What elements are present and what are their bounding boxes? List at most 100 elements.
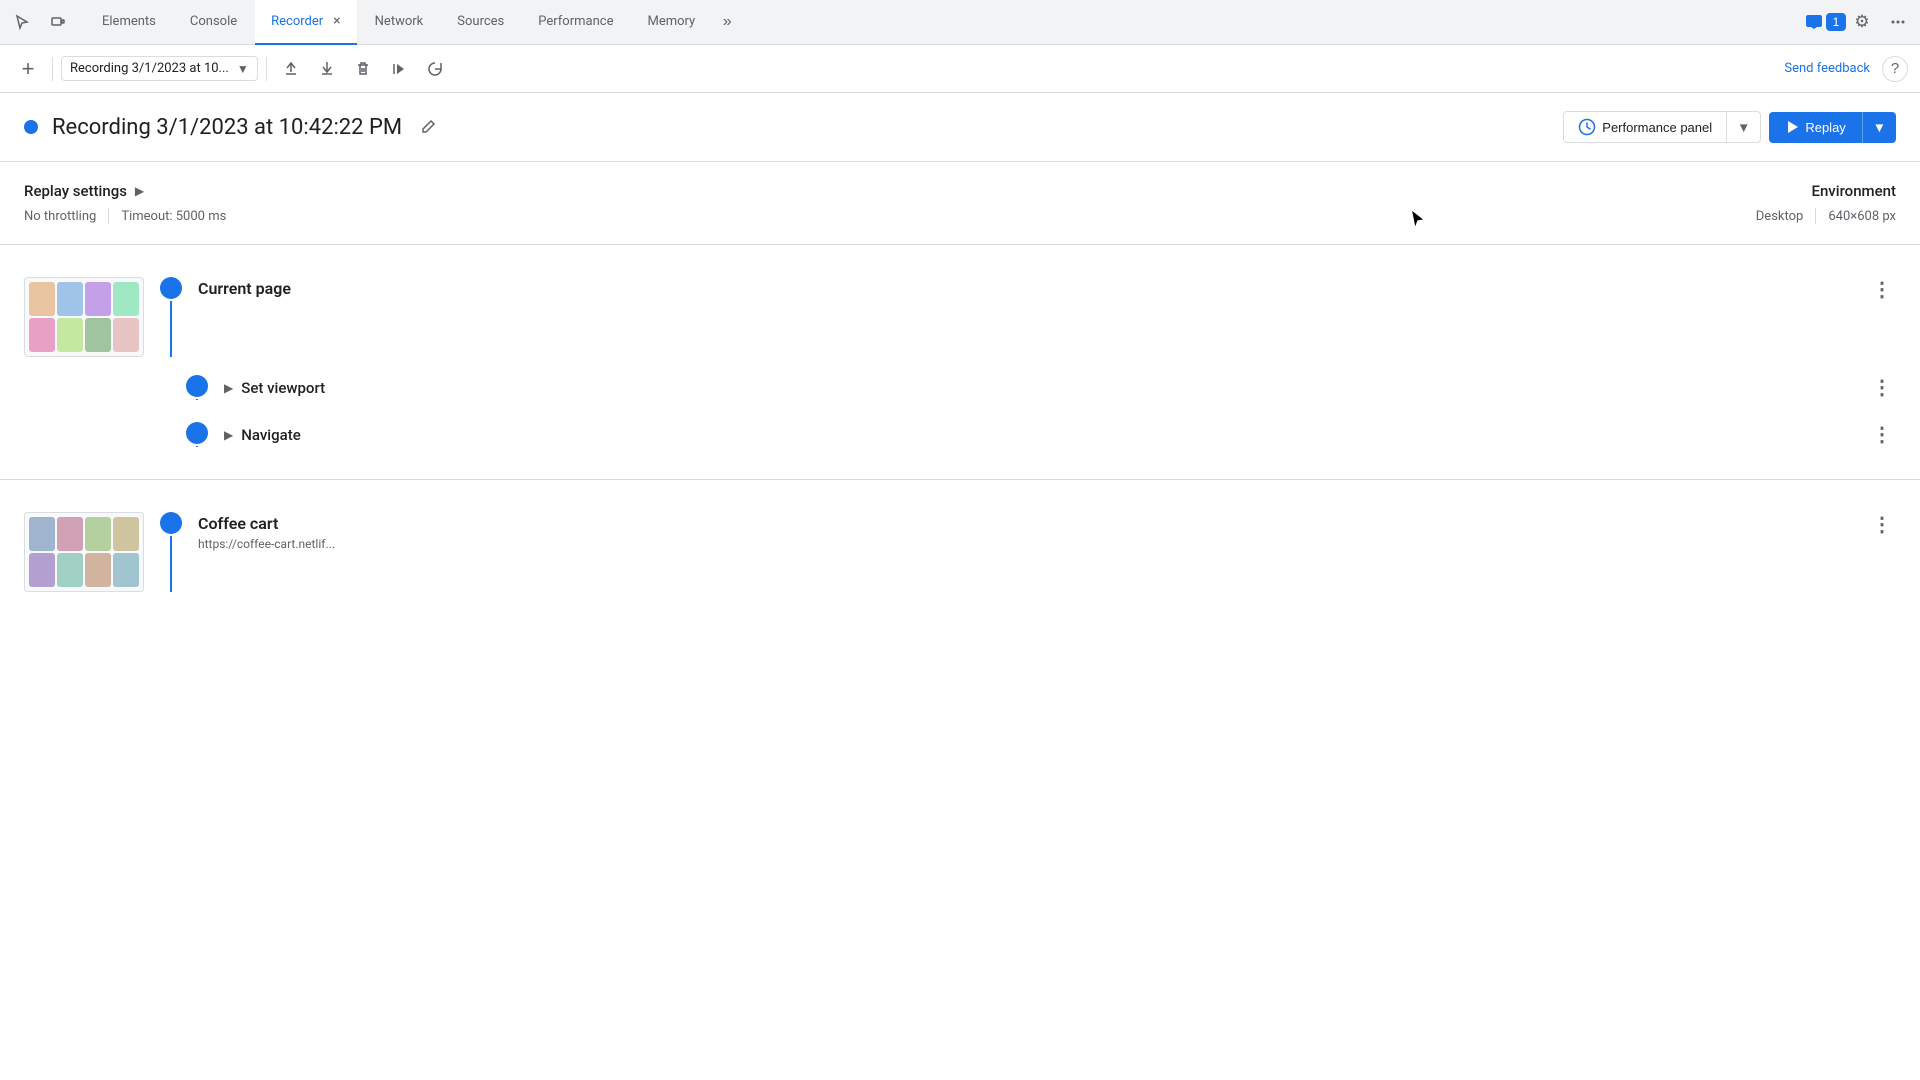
env-type-text: Desktop: [1756, 209, 1804, 224]
performance-panel-button-group: Performance panel ▼: [1563, 111, 1761, 143]
env-resolution-text: 640×608 px: [1828, 209, 1896, 224]
step-timeline-4: [160, 512, 182, 592]
cursor-icon[interactable]: [8, 8, 36, 36]
recording-selector[interactable]: Recording 3/1/2023 at 10... ▼: [61, 56, 258, 81]
badge-count: 1: [1826, 13, 1847, 31]
help-icon[interactable]: ?: [1882, 56, 1908, 82]
step-dot-3: [186, 422, 208, 444]
step-more-options-2[interactable]: ⋮: [1868, 375, 1896, 400]
tab-console[interactable]: Console: [174, 0, 253, 45]
tab-bar-right: 1 ⚙: [1812, 8, 1912, 36]
sub-step-navigate: ▶ Navigate ⋮: [0, 404, 1920, 467]
replay-play-icon: [1785, 120, 1799, 134]
viewport-step-label: Set viewport: [241, 379, 325, 397]
step-group-current-page: Current page ⋮ ▶ Set viewport ⋮: [0, 245, 1920, 479]
toolbar: + Recording 3/1/2023 at 10... ▼: [0, 45, 1920, 93]
step-thumbnail-current-page: [24, 277, 144, 357]
replay-settings-toggle[interactable]: Replay settings ▶: [24, 182, 226, 200]
performance-panel-label: Performance panel: [1602, 120, 1712, 135]
sub-step-content-viewport: ▶ Set viewport: [224, 379, 1868, 397]
recording-title: Recording 3/1/2023 at 10:42:22 PM: [52, 115, 402, 140]
tab-bar: Elements Console Recorder × Network Sour…: [0, 0, 1920, 45]
step-more-options-4[interactable]: ⋮: [1868, 512, 1896, 537]
step-line-3: [196, 446, 198, 447]
more-options-icon[interactable]: [1884, 8, 1912, 36]
environment-section: Environment Desktop 640×608 px: [1756, 182, 1896, 224]
sub-timeline-2: [186, 375, 208, 400]
step-name-4: Coffee cart: [198, 514, 1868, 533]
toolbar-actions: [275, 53, 451, 85]
expand-arrow-navigate[interactable]: ▶: [224, 428, 233, 442]
settings-icon[interactable]: ⚙: [1848, 8, 1876, 36]
toolbar-right: Send feedback ?: [1784, 56, 1908, 82]
tab-elements[interactable]: Elements: [86, 0, 172, 45]
environment-title: Environment: [1756, 182, 1896, 200]
step-dot-4: [160, 512, 182, 534]
chevron-down-icon: ▼: [237, 62, 249, 76]
add-recording-button[interactable]: +: [12, 53, 44, 85]
settings-left: Replay settings ▶ No throttling Timeout:…: [24, 182, 226, 224]
step-url-4: https://coffee-cart.netlif...: [198, 537, 1868, 551]
step-group-coffee-cart: Coffee cart https://coffee-cart.netlif..…: [0, 480, 1920, 604]
step-content-4: Coffee cart https://coffee-cart.netlif..…: [198, 512, 1868, 551]
performance-panel-button[interactable]: Performance panel: [1564, 112, 1726, 142]
step-line-4: [170, 536, 172, 592]
navigate-step-label: Navigate: [241, 426, 301, 444]
replay-button[interactable]: Replay: [1769, 112, 1861, 143]
sub-step-content-navigate: ▶ Navigate: [224, 426, 1868, 444]
badge-button[interactable]: 1: [1812, 8, 1840, 36]
tab-sources[interactable]: Sources: [441, 0, 520, 45]
step-dot-2: [186, 375, 208, 397]
step-dot-1: [160, 277, 182, 299]
import-button[interactable]: [311, 53, 343, 85]
step-more-options-1[interactable]: ⋮: [1868, 277, 1896, 302]
step-content-1: Current page: [198, 277, 1868, 302]
sub-step-name-navigate: ▶ Navigate: [224, 426, 1868, 444]
settings-section: Replay settings ▶ No throttling Timeout:…: [0, 162, 1920, 245]
tab-memory[interactable]: Memory: [631, 0, 711, 45]
replay-label: Replay: [1805, 120, 1845, 135]
chevron-right-icon: ▶: [135, 184, 144, 198]
sub-timeline-3: [186, 422, 208, 447]
step-line-2: [196, 399, 198, 400]
slow-replay-button[interactable]: [419, 53, 451, 85]
export-button[interactable]: [275, 53, 307, 85]
send-feedback-link[interactable]: Send feedback: [1784, 61, 1870, 76]
close-icon[interactable]: ×: [333, 13, 340, 29]
delete-button[interactable]: [347, 53, 379, 85]
step-timeline-1: [160, 277, 182, 357]
device-icon[interactable]: [44, 8, 72, 36]
settings-title-text: Replay settings: [24, 182, 127, 200]
recording-status-dot: [24, 120, 38, 134]
devtools-icons: [8, 8, 72, 36]
step-thumbnail-coffee-cart: [24, 512, 144, 592]
chevron-down-icon: ▼: [1737, 120, 1750, 135]
chevron-down-icon: ▼: [1873, 120, 1886, 135]
timeout-text: Timeout: 5000 ms: [121, 209, 226, 224]
recording-header: Recording 3/1/2023 at 10:42:22 PM Perfor…: [0, 93, 1920, 162]
settings-details: No throttling Timeout: 5000 ms: [24, 208, 226, 224]
steps-list: Current page ⋮ ▶ Set viewport ⋮: [0, 245, 1920, 1062]
tab-network[interactable]: Network: [359, 0, 440, 45]
step-line-1: [170, 301, 172, 357]
tab-performance[interactable]: Performance: [522, 0, 629, 45]
sub-step-name-viewport: ▶ Set viewport: [224, 379, 1868, 397]
toolbar-left: + Recording 3/1/2023 at 10... ▼: [12, 53, 1776, 85]
replay-button-group: Replay ▼: [1769, 112, 1896, 143]
edit-recording-title-button[interactable]: [414, 113, 442, 141]
recording-header-right: Performance panel ▼ Replay ▼: [1563, 111, 1896, 143]
environment-details: Desktop 640×608 px: [1756, 208, 1896, 224]
performance-icon: [1578, 118, 1596, 136]
tab-recorder[interactable]: Recorder ×: [255, 0, 357, 45]
more-tabs-icon[interactable]: »: [713, 8, 741, 36]
step-replay-button[interactable]: [383, 53, 415, 85]
step-name-1: Current page: [198, 279, 1868, 298]
step-more-options-3[interactable]: ⋮: [1868, 422, 1896, 447]
expand-arrow-viewport[interactable]: ▶: [224, 381, 233, 395]
step-coffee-cart-row: Coffee cart https://coffee-cart.netlif..…: [0, 492, 1920, 592]
replay-dropdown-button[interactable]: ▼: [1862, 112, 1896, 143]
performance-panel-dropdown-button[interactable]: ▼: [1726, 112, 1760, 142]
step-current-page-row: Current page ⋮: [0, 257, 1920, 357]
sub-step-set-viewport: ▶ Set viewport ⋮: [0, 357, 1920, 404]
throttling-text: No throttling: [24, 209, 96, 224]
